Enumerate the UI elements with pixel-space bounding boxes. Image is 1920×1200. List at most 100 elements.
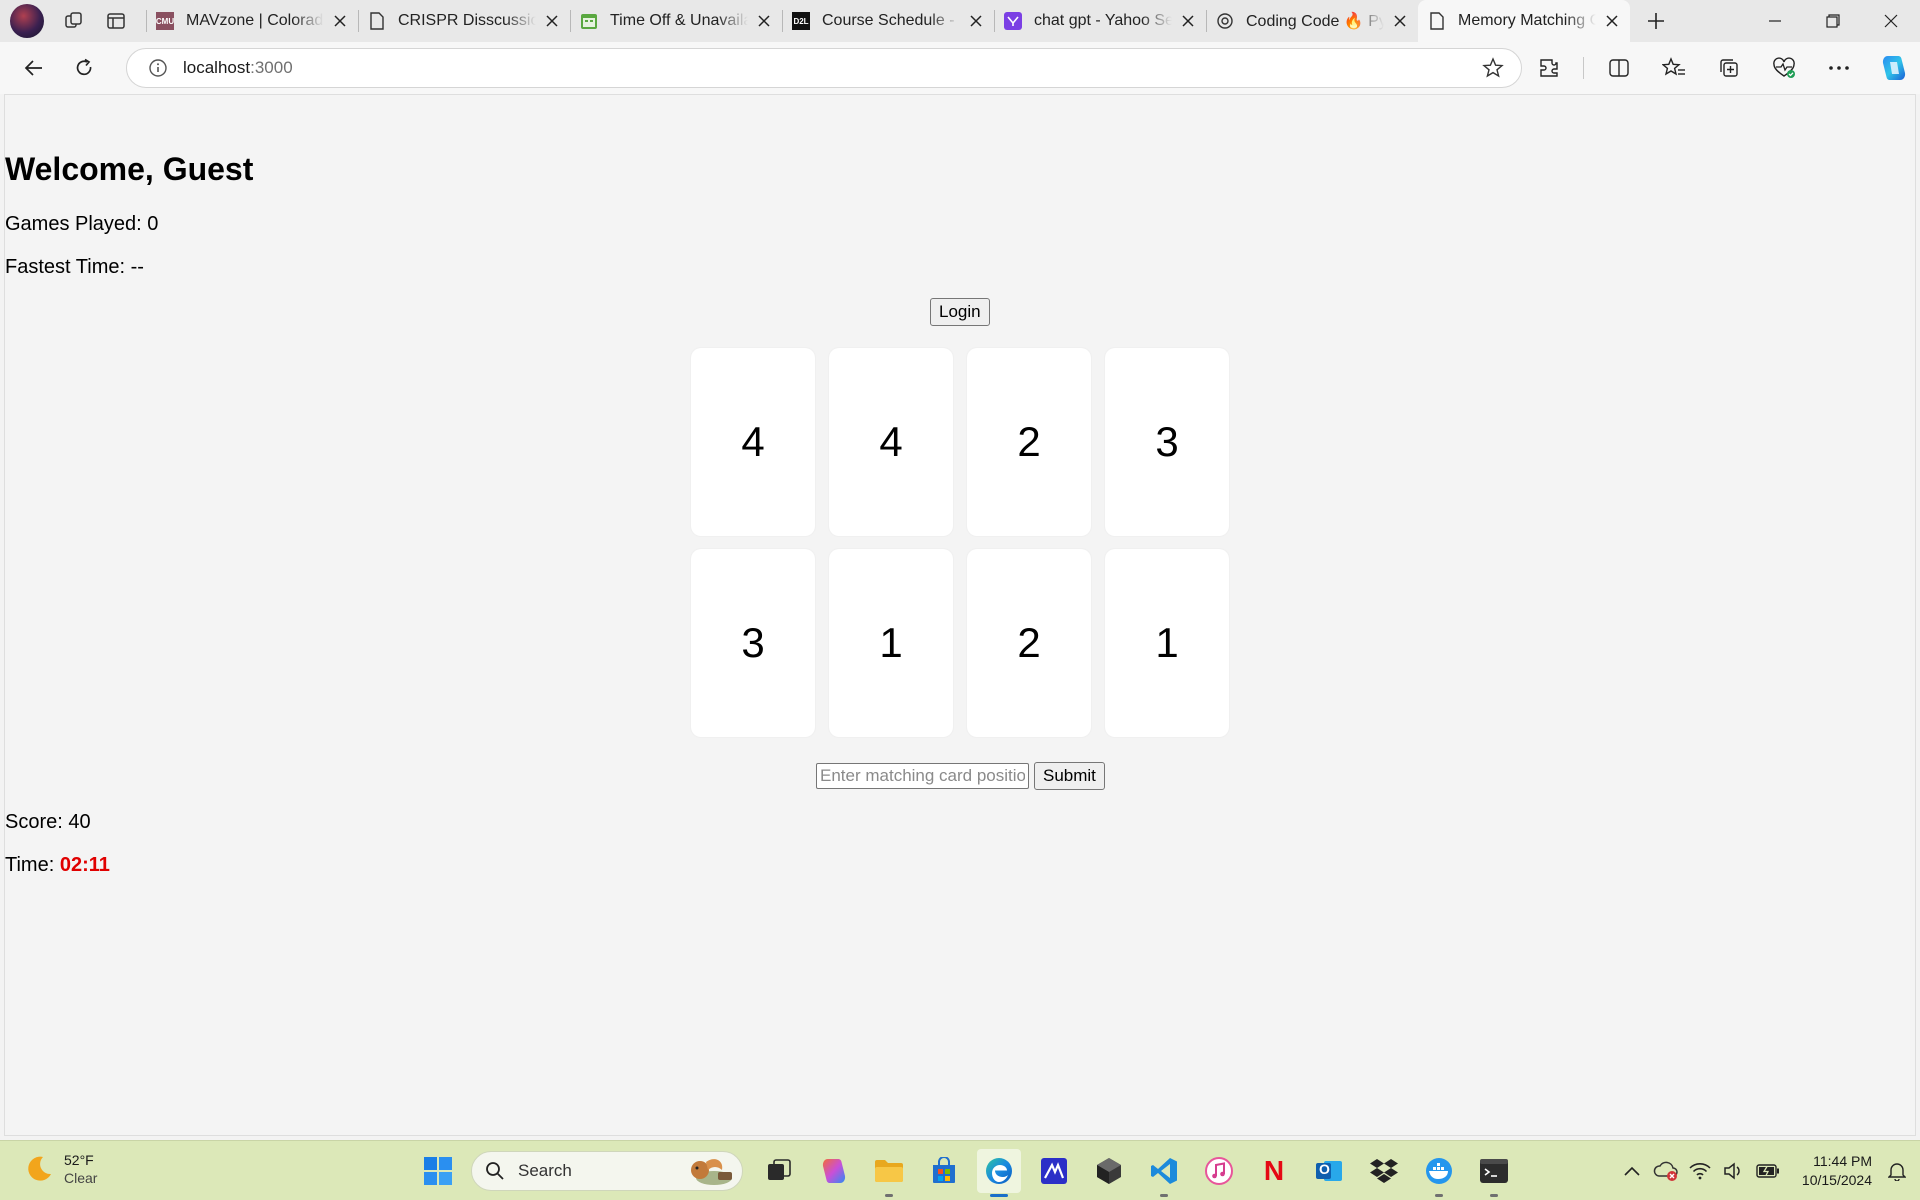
taskbar-apps: Search N O [416,1149,1527,1197]
submit-button[interactable]: Submit [1034,762,1105,790]
memory-card[interactable]: 1 [829,549,953,737]
tab-separator [1206,10,1207,32]
tab-title: Memory Matching G [1458,12,1596,29]
browser-tab[interactable]: chat gpt - Yahoo Sea [994,0,1206,42]
close-tab-icon[interactable] [752,9,776,33]
extensions-icon[interactable] [1529,48,1569,88]
running-indicator [885,1194,893,1197]
clock-date: 10/15/2024 [1801,1172,1872,1188]
address-bar[interactable]: localhost:3000 [126,48,1522,88]
url-text[interactable]: localhost:3000 [183,58,293,78]
browser-tab[interactable]: Time Off & Unavailab [570,0,782,42]
memory-card[interactable]: 3 [691,549,815,737]
edge-icon[interactable] [977,1149,1021,1197]
time-value: 02:11 [59,854,110,876]
microsoft-store-icon[interactable] [922,1149,966,1193]
memory-card[interactable]: 1 [1105,549,1229,737]
favorites-icon[interactable] [1654,48,1694,88]
time-row: Time: 02:11 [5,854,1915,877]
calendar-icon [580,12,598,30]
refresh-icon[interactable] [64,48,104,88]
close-window-icon[interactable] [1862,0,1920,42]
system-tray: 11:44 PM 10/15/2024 [1618,1141,1920,1200]
welcome-heading: Welcome, Guest [5,151,254,187]
volume-icon[interactable] [1720,1157,1748,1185]
minimize-icon[interactable] [1746,0,1804,42]
card-grid: 4 4 2 3 3 1 2 1 [691,348,1235,737]
onedrive-error-icon[interactable] [1652,1157,1680,1185]
browser-tab[interactable]: Coding Code 🔥 Pyt [1206,0,1418,42]
task-view-icon[interactable] [757,1149,801,1193]
card-positions-input[interactable] [816,763,1029,789]
window-controls [1746,0,1920,42]
browser-essentials-icon[interactable] [1764,48,1804,88]
tab-separator [782,10,783,32]
profile-avatar[interactable] [10,4,44,38]
memory-card[interactable]: 3 [1105,348,1229,536]
more-options-icon[interactable] [1819,48,1859,88]
tab-strip: CMU MAVzone | Colorado CRISPR Disscussio… [0,0,1920,42]
collections-icon[interactable] [1709,48,1749,88]
wifi-icon[interactable] [1686,1157,1714,1185]
memory-card[interactable]: 4 [691,348,815,536]
battery-icon[interactable] [1754,1157,1782,1185]
app-icon[interactable] [1032,1149,1076,1193]
running-indicator [1435,1194,1443,1197]
taskbar: 52°F Clear Search N O 11:44 PM 10/15/202… [0,1140,1920,1200]
dropbox-icon[interactable] [1362,1149,1406,1193]
close-tab-icon[interactable] [328,9,352,33]
document-icon [368,12,386,30]
login-button[interactable]: Login [930,298,990,326]
new-tab-icon[interactable] [1638,3,1674,39]
copilot-icon[interactable] [1874,48,1914,88]
close-tab-icon[interactable] [540,9,564,33]
outlook-icon[interactable]: O [1307,1149,1351,1193]
itunes-icon[interactable] [1197,1149,1241,1193]
copilot-icon[interactable] [812,1149,856,1193]
chevron-up-icon[interactable] [1618,1157,1646,1185]
unity-icon[interactable] [1087,1149,1131,1193]
search-highlight-icon [691,1159,732,1185]
mavzone-icon: CMU [156,12,174,30]
weather-text: 52°F Clear [64,1151,97,1187]
clock-time: 11:44 PM [1813,1153,1872,1169]
taskbar-search[interactable]: Search [471,1151,743,1191]
browser-tab-active[interactable]: Memory Matching G [1418,0,1630,42]
browser-tab[interactable]: CMU MAVzone | Colorado [146,0,358,42]
url-host: localhost [183,58,251,77]
browser-tab[interactable]: CRISPR Disscussion [358,0,570,42]
browser-toolbar [1514,42,1920,94]
start-icon[interactable] [416,1149,460,1193]
close-tab-icon[interactable] [964,9,988,33]
favorite-star-icon[interactable] [1481,56,1505,80]
close-tab-icon[interactable] [1388,9,1412,33]
restore-icon[interactable] [1804,0,1862,42]
tab-title: MAVzone | Colorado [186,12,324,29]
vscode-icon[interactable] [1142,1149,1186,1197]
back-icon[interactable] [14,48,54,88]
search-label: Search [518,1161,572,1180]
match-entry-form: Submit [816,762,1105,790]
close-tab-icon[interactable] [1176,9,1200,33]
yahoo-icon [1004,12,1022,30]
tab-title: CRISPR Disscussion [398,12,536,29]
memory-card[interactable]: 2 [967,549,1091,737]
browser-tab[interactable]: D2L Course Schedule - C [782,0,994,42]
notification-bell-icon[interactable] [1886,1160,1908,1182]
terminal-icon[interactable] [1472,1149,1516,1197]
weather-condition: Clear [64,1170,98,1186]
clock[interactable]: 11:44 PM 10/15/2024 [1802,1152,1872,1190]
split-screen-icon[interactable] [1599,48,1639,88]
vertical-tabs-icon[interactable] [98,3,134,39]
workspaces-icon[interactable] [56,3,92,39]
weather-widget[interactable]: 52°F Clear [24,1151,97,1187]
tab-title: Time Off & Unavailab [610,12,748,29]
docker-icon[interactable] [1417,1149,1461,1197]
netflix-icon[interactable]: N [1252,1149,1296,1193]
site-info-icon[interactable] [147,57,169,79]
close-tab-icon[interactable] [1600,9,1624,33]
memory-card[interactable]: 2 [967,348,1091,536]
page-viewport: Welcome, Guest Games Played: 0 Fastest T… [4,94,1916,1136]
file-explorer-icon[interactable] [867,1149,911,1197]
memory-card[interactable]: 4 [829,348,953,536]
